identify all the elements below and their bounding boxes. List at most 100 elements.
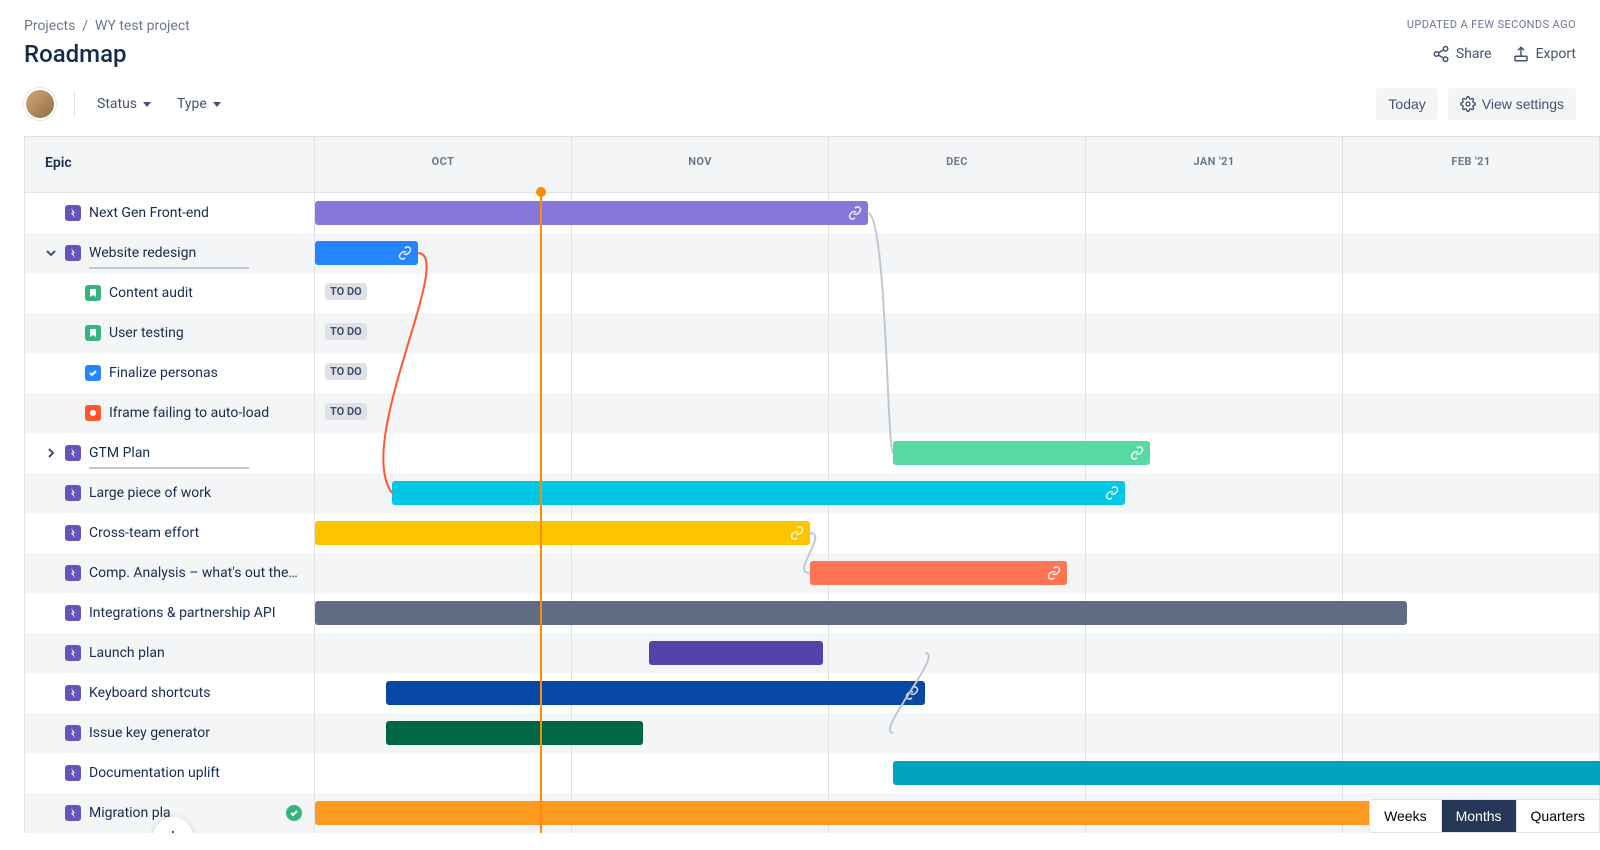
timeline-bar[interactable] [386,681,926,705]
issue-title: Keyboard shortcuts [89,685,210,701]
epic-cell: Issue key generator [25,713,315,753]
progress-bar [89,267,249,269]
timeline-bar[interactable] [893,761,1600,785]
issue-title: Launch plan [89,645,165,661]
gear-icon [1460,96,1476,112]
epic-cell: Content audit [25,273,315,313]
timeline-bar[interactable] [315,241,418,265]
timeline-cell [315,233,1600,273]
issue-title: Iframe failing to auto-load [109,405,269,421]
epic-icon [65,645,81,661]
table-row[interactable]: Large piece of work [25,473,1600,513]
table-row[interactable]: User testingTO DO [25,313,1600,353]
table-row[interactable]: Finalize personasTO DO [25,353,1600,393]
story-icon [85,285,101,301]
timeline-bar[interactable] [315,601,1407,625]
timeline-cell [315,673,1600,713]
timeline-cell [315,633,1600,673]
table-row[interactable]: Iframe failing to auto-load TO DO [25,393,1600,433]
epic-cell: Website redesign [25,233,315,273]
epic-icon [65,485,81,501]
timeline-bar[interactable] [649,641,822,665]
issue-title: Documentation uplift [89,765,220,781]
issue-title: Cross-team effort [89,525,199,541]
timeline-cell [315,753,1600,793]
story-icon [85,325,101,341]
table-row[interactable]: Keyboard shortcuts [25,673,1600,713]
timeline-bar[interactable] [810,561,1067,585]
table-row[interactable]: Documentation uplift [25,753,1600,793]
timeline-bar[interactable] [893,441,1150,465]
month-header: DEC [829,137,1086,192]
scale-quarters[interactable]: Quarters [1517,800,1599,832]
epic-cell: Finalize personas [25,353,315,393]
table-row[interactable]: Next Gen Front-end [25,193,1600,233]
epic-icon [65,805,81,821]
timeline-cell: TO DO [315,313,1600,353]
epic-cell: Next Gen Front-end [25,193,315,233]
task-icon [85,365,101,381]
chevron-down-icon[interactable] [45,248,57,258]
epic-icon [65,605,81,621]
epic-cell: Documentation uplift [25,753,315,793]
table-row[interactable]: Launch plan [25,633,1600,673]
page-title: Roadmap [24,40,190,68]
issue-title: Content audit [109,285,193,301]
timeline-bar[interactable] [386,721,643,745]
timeline-bar[interactable] [315,201,868,225]
table-row[interactable]: GTM Plan [25,433,1600,473]
timeline-bar[interactable] [315,521,810,545]
timeline-cell: TO DO [315,273,1600,313]
epic-icon [65,725,81,741]
month-header: JAN '21 [1086,137,1343,192]
epic-column-header: Epic [25,137,315,192]
status-filter[interactable]: Status [93,90,155,118]
table-row[interactable]: Comp. Analysis – what's out there? [25,553,1600,593]
breadcrumb-project[interactable]: WY test project [95,18,190,34]
timeline-cell [315,553,1600,593]
issue-title: Next Gen Front-end [89,205,209,221]
divider [74,92,75,116]
timeline-cell: TO DO [315,393,1600,433]
epic-icon [65,205,81,221]
timeline-cell [315,513,1600,553]
chevron-right-icon[interactable] [45,448,57,458]
scale-switcher: Weeks Months Quarters [1369,799,1600,833]
done-badge [286,805,302,821]
epic-cell: Iframe failing to auto-load [25,393,315,433]
table-row[interactable]: Issue key generator [25,713,1600,753]
epic-cell: GTM Plan [25,433,315,473]
type-filter[interactable]: Type [173,90,225,118]
month-header: FEB '21 [1343,137,1600,192]
scale-months[interactable]: Months [1442,800,1517,832]
epic-icon [65,685,81,701]
issue-title: Large piece of work [89,485,211,501]
table-row[interactable]: Website redesign [25,233,1600,273]
epic-cell: Launch plan [25,633,315,673]
table-row[interactable]: Cross-team effort [25,513,1600,553]
issue-title: Finalize personas [109,365,218,381]
breadcrumb-root[interactable]: Projects [24,18,75,34]
share-button[interactable]: Share [1432,45,1492,63]
export-icon [1512,45,1530,63]
scale-weeks[interactable]: Weeks [1370,800,1442,832]
table-row[interactable]: Migration pla [25,793,1600,833]
breadcrumb: Projects / WY test project [24,18,190,34]
epic-cell: Integrations & partnership API [25,593,315,633]
table-row[interactable]: Content audit TO DO [25,273,1600,313]
timeline-cell [315,433,1600,473]
issue-title: GTM Plan [89,445,150,461]
month-header: OCT [315,137,572,192]
chevron-down-icon [213,102,221,107]
progress-bar [89,467,249,469]
avatar[interactable] [24,88,56,120]
export-button[interactable]: Export [1512,45,1576,63]
epic-cell: Comp. Analysis – what's out there? [25,553,315,593]
epic-icon [65,765,81,781]
share-icon [1432,45,1450,63]
epic-icon [65,525,81,541]
timeline-bar[interactable] [392,481,1124,505]
view-settings-button[interactable]: View settings [1448,88,1576,120]
today-button[interactable]: Today [1376,88,1437,120]
table-row[interactable]: Integrations & partnership API [25,593,1600,633]
